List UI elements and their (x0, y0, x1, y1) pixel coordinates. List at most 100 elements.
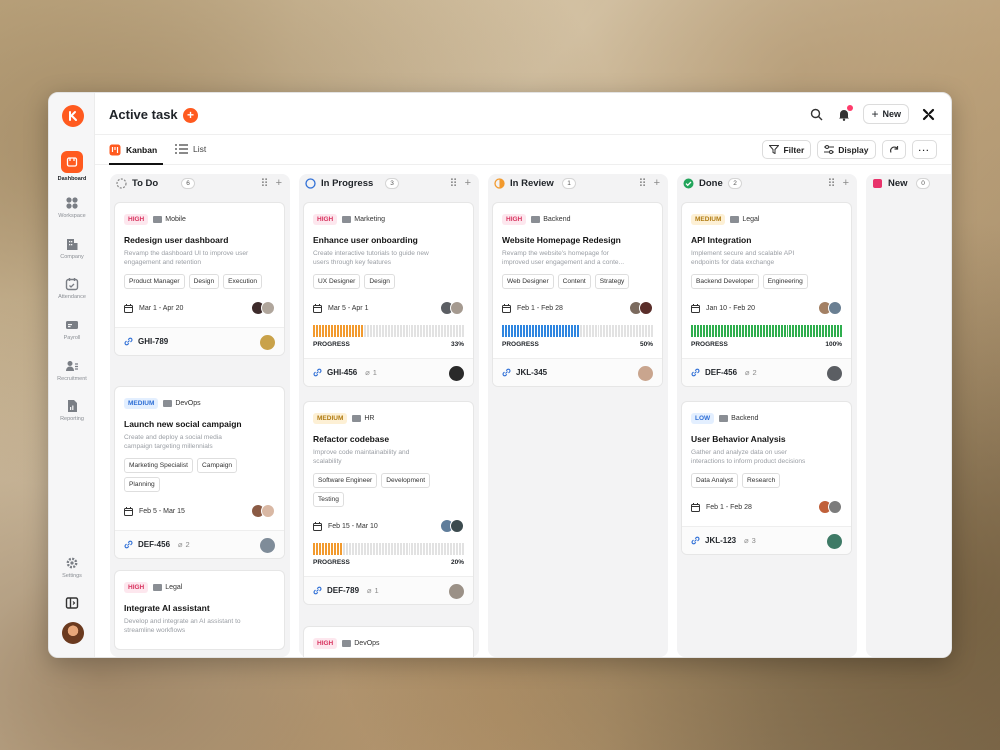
new-button[interactable]: + New (863, 104, 909, 124)
sidebar-item-company[interactable]: Company (49, 237, 95, 260)
column-header: Done 2 ⠿ + (677, 174, 857, 196)
progress-segment (825, 325, 828, 337)
progress-segment (336, 325, 339, 337)
folder-icon (730, 216, 740, 223)
task-card[interactable]: HIGH Backend Website Homepage Redesign R… (492, 202, 663, 387)
user-avatar[interactable] (62, 622, 84, 644)
task-id-link[interactable]: GHI-456 (313, 368, 357, 377)
progress-segment (363, 543, 366, 555)
card-title: Redesign user dashboard (124, 235, 229, 245)
progress-segment (405, 325, 408, 337)
done-status-icon (683, 178, 694, 189)
app-logo[interactable] (62, 105, 84, 127)
progress-segment (705, 325, 708, 337)
progress-segment (609, 325, 612, 337)
drag-handle-icon[interactable]: ⠿ (261, 177, 269, 190)
notifications-button[interactable] (835, 105, 854, 123)
add-card-icon[interactable]: + (843, 177, 849, 190)
progress-label: PROGRESS (313, 341, 350, 348)
progress-segment (801, 325, 804, 337)
drag-handle-icon[interactable]: ⠿ (828, 177, 836, 190)
progress-segment (720, 325, 723, 337)
assignee-avatars (251, 301, 275, 315)
search-button[interactable] (807, 105, 825, 123)
more-options-button[interactable]: ··· (911, 140, 937, 159)
task-card[interactable]: HIGH DevOps (303, 626, 474, 657)
add-task-button[interactable]: + (183, 108, 198, 123)
task-card[interactable]: HIGH Mobile Redesign user dashboard Reva… (114, 202, 285, 356)
progress-segment (369, 543, 372, 555)
task-card[interactable]: MEDIUM DevOps Launch new social campaign… (114, 386, 285, 559)
apps-button[interactable] (919, 105, 937, 123)
task-card[interactable]: LOW Backend User Behavior Analysis Gathe… (681, 401, 852, 555)
add-card-icon[interactable]: + (654, 177, 660, 190)
progress-segment (528, 325, 531, 337)
add-card-icon[interactable]: + (276, 177, 282, 190)
progress-segment (537, 325, 540, 337)
task-card[interactable]: HIGH Legal Integrate AI assistant Develo… (114, 570, 285, 650)
main-area: Active task + + New Kanban List Filter D… (95, 93, 951, 657)
task-id-link[interactable]: DEF-456 (124, 540, 170, 549)
filter-button[interactable]: Filter (762, 140, 812, 159)
add-card-icon[interactable]: + (465, 177, 471, 190)
sidebar-item-workspace[interactable]: Workspace (49, 196, 95, 219)
drag-handle-icon[interactable]: ⠿ (639, 177, 647, 190)
column-count: 1 (562, 178, 576, 189)
assignee-avatars (440, 519, 464, 533)
paperclip-icon: ⌀ (365, 368, 370, 377)
task-card[interactable]: HIGH Marketing Enhance user onboarding C… (303, 202, 474, 387)
progress-segment (432, 543, 435, 555)
tab-list[interactable]: List (175, 144, 206, 154)
progress-segment (375, 543, 378, 555)
priority-badge: HIGH (124, 582, 149, 593)
progress-segment (423, 543, 426, 555)
tab-kanban[interactable]: Kanban (109, 144, 157, 156)
tab-kanban-label: Kanban (126, 145, 158, 155)
link-icon (124, 337, 133, 346)
progress-segment (414, 325, 417, 337)
progress-segment (342, 325, 345, 337)
more-icon: ··· (918, 144, 930, 155)
progress-segment (354, 325, 357, 337)
assignee-avatars (818, 500, 842, 514)
collapse-sidebar-button[interactable] (49, 596, 95, 610)
gear-icon (66, 557, 78, 569)
progress-segment (453, 325, 456, 337)
task-id-link[interactable]: DEF-456 (691, 368, 737, 377)
category-tag: Legal (730, 216, 760, 223)
card-title: User Behavior Analysis (691, 434, 786, 444)
progress-segment (546, 325, 549, 337)
sidebar-item-recruitment[interactable]: Recruitment (49, 359, 95, 382)
progress-segment (543, 325, 546, 337)
card-description: Improve code maintainability and scalabil… (313, 449, 410, 465)
attachments-count: ⌀ 2 (745, 368, 757, 377)
task-card[interactable]: MEDIUM HR Refactor codebase Improve code… (303, 401, 474, 605)
progress-segment (378, 325, 381, 337)
progress-segment (525, 325, 528, 337)
drag-handle-icon[interactable]: ⠿ (450, 177, 458, 190)
task-id-link[interactable]: GHI-789 (124, 337, 168, 346)
role-chip: Engineering (762, 274, 808, 289)
priority-badge: MEDIUM (124, 398, 159, 409)
progress-segment (816, 325, 819, 337)
sidebar-item-reporting[interactable]: Reporting (49, 399, 95, 422)
display-button[interactable]: Display (817, 140, 876, 159)
progress-segment (393, 543, 396, 555)
progress-segment (738, 325, 741, 337)
role-chip: Campaign (197, 458, 238, 473)
task-id-link[interactable]: JKL-345 (502, 368, 547, 377)
task-id-link[interactable]: DEF-789 (313, 586, 359, 595)
progress-segment (396, 325, 399, 337)
due-date: Feb 1 - Feb 28 (691, 502, 752, 512)
sidebar-item-attendance[interactable]: Attendance (49, 277, 95, 300)
column-count: 0 (916, 178, 930, 189)
task-id-link[interactable]: JKL-123 (691, 536, 736, 545)
sidebar-item-payroll[interactable]: Payroll (49, 318, 95, 341)
sidebar-item-settings[interactable]: Settings (49, 556, 95, 579)
report-icon (68, 400, 77, 412)
refresh-button[interactable] (881, 140, 906, 159)
sidebar-item-dashboard[interactable]: Dashboard (49, 151, 95, 182)
progress-segment (432, 325, 435, 337)
task-card[interactable]: MEDIUM Legal API Integration Implement s… (681, 202, 852, 387)
tab-list-label: List (193, 144, 207, 154)
